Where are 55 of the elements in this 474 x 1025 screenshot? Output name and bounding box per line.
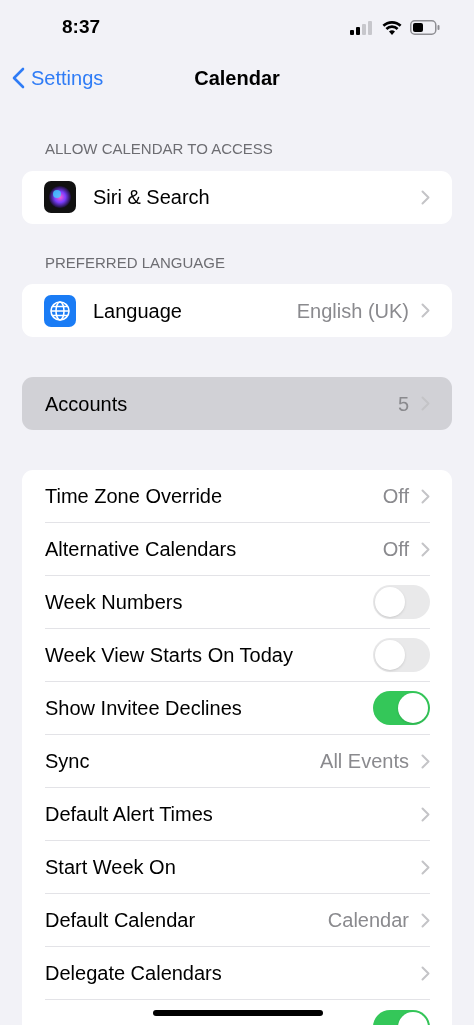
settings-row[interactable]: Alternative Calendars Off (22, 523, 452, 576)
chevron-icon (421, 753, 430, 769)
section-header: ALLOW CALENDAR TO ACCESS (44, 139, 274, 159)
settings-row[interactable]: Week Numbers (22, 576, 452, 629)
signal-icon (350, 20, 374, 35)
row-label: Siri & Search (93, 185, 211, 210)
row-label: Sync (45, 749, 91, 774)
globe-icon (44, 294, 76, 327)
chevron-icon (421, 859, 430, 875)
row-label: Language (93, 298, 183, 324)
row-label: Show Invitee Declines (45, 696, 243, 721)
toggle-switch[interactable] (373, 585, 430, 619)
wifi-icon (382, 20, 402, 35)
row-label: Week Numbers (45, 590, 184, 615)
siri-icon (44, 181, 76, 213)
chevron-icon (421, 912, 430, 928)
toggle-switch[interactable] (373, 638, 430, 672)
battery-icon (410, 20, 440, 35)
settings-row[interactable]: Default Calendar Calendar (22, 894, 452, 947)
row-value: Off (382, 537, 409, 562)
chevron-icon (421, 541, 430, 557)
chevron-icon (421, 965, 430, 981)
settings-row[interactable]: Accounts 5 (22, 377, 452, 430)
row-label: Accounts (45, 391, 129, 417)
row-label: Week View Starts On Today (45, 643, 294, 668)
row-value: Off (382, 484, 409, 509)
row-label: Alternative Calendars (45, 537, 238, 562)
row-label: Default Calendar (45, 908, 197, 933)
section-header: PREFERRED LANGUAGE (44, 252, 227, 273)
row-label: Start Week On (45, 855, 177, 880)
back-button[interactable]: Settings (12, 62, 104, 93)
back-chevron-icon (12, 66, 25, 89)
chevron-icon (421, 303, 430, 318)
row-value: All Events (320, 749, 409, 774)
toggle-switch[interactable] (373, 691, 430, 725)
row-value: Calendar (327, 908, 409, 933)
row-label: Default Alert Times (45, 802, 214, 827)
chevron-icon (421, 189, 430, 205)
row-value: English (UK) (296, 298, 409, 324)
settings-row[interactable]: Default Alert Times (22, 788, 452, 841)
settings-row[interactable]: Sync All Events (22, 735, 452, 788)
settings-row[interactable]: Week View Starts On Today (22, 629, 452, 682)
chevron-icon (421, 488, 430, 504)
settings-row[interactable]: Siri & Search (22, 170, 452, 224)
row-value: 5 (397, 391, 409, 417)
row-label: Time Zone Override (45, 484, 224, 509)
nav-title: Calendar (194, 65, 280, 91)
settings-row[interactable]: Delegate Calendars (22, 947, 452, 1000)
settings-row[interactable]: Language English (UK) (22, 284, 452, 337)
settings-row[interactable]: Start Week On (22, 841, 452, 894)
row-label: Delegate Calendars (45, 961, 223, 986)
chevron-icon (421, 806, 430, 822)
status-time: 8:37 (62, 15, 101, 40)
settings-row[interactable]: Show Invitee Declines (22, 682, 452, 735)
settings-row[interactable]: Time Zone Override Off (22, 470, 452, 523)
